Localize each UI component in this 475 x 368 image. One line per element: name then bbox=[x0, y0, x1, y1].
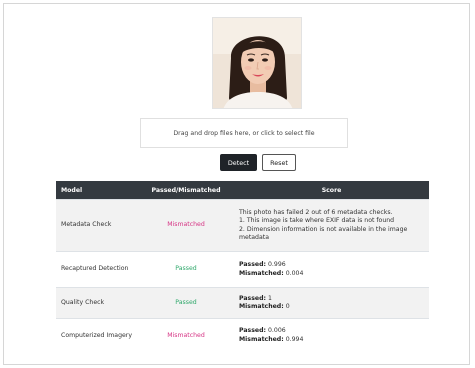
passed-value: 1 bbox=[267, 294, 272, 302]
passed-label: Passed: bbox=[239, 294, 267, 302]
mismatched-label: Mismatched: bbox=[239, 303, 284, 310]
passed-label: Passed: bbox=[239, 261, 267, 269]
score-cell: Passed: 0.996 Mismatched: 0.004 bbox=[234, 251, 429, 288]
reset-button[interactable]: Reset bbox=[262, 154, 296, 171]
metadata-detail: 1. This image is take where EXIF data is… bbox=[239, 217, 395, 225]
score-cell: Passed: 0.006 Mismatched: 0.994 bbox=[234, 318, 429, 353]
metadata-detail: 2. Dimension information is not availabl… bbox=[239, 225, 408, 241]
score-cell: This photo has failed 2 out of 6 metadat… bbox=[234, 199, 429, 252]
mismatched-label: Mismatched: bbox=[239, 269, 284, 277]
score-cell: Passed: 1 Mismatched: 0 bbox=[234, 287, 429, 319]
table-row: Recaptured Detection Passed Passed: 0.99… bbox=[56, 251, 429, 288]
passed-value: 0.996 bbox=[267, 261, 286, 269]
mismatched-value: 0.994 bbox=[285, 335, 304, 343]
header-score: Score bbox=[234, 181, 429, 200]
mismatched-value: 0.004 bbox=[285, 269, 304, 277]
passed-value: 0.006 bbox=[267, 327, 286, 335]
metadata-summary: This photo has failed 2 out of 6 metadat… bbox=[239, 208, 393, 216]
model-name: Recaptured Detection bbox=[56, 251, 138, 288]
header-model: Model bbox=[56, 181, 138, 200]
status-badge: Mismatched bbox=[138, 199, 234, 252]
status-badge: Passed bbox=[138, 251, 234, 288]
mismatched-value: 0 bbox=[285, 303, 290, 310]
model-name: Quality Check bbox=[56, 287, 138, 319]
table-row: Metadata Check Mismatched This photo has… bbox=[56, 199, 429, 252]
model-name: Computerized Imagery bbox=[56, 318, 138, 353]
page-frame: Drag and drop files here, or click to se… bbox=[3, 3, 470, 365]
detect-button[interactable]: Detect bbox=[220, 154, 257, 171]
dropzone-text: Drag and drop files here, or click to se… bbox=[173, 129, 315, 137]
model-name: Metadata Check bbox=[56, 199, 138, 252]
status-badge: Mismatched bbox=[138, 318, 234, 353]
mismatched-label: Mismatched: bbox=[239, 335, 284, 343]
table-header-row: Model Passed/Mismatched Score bbox=[56, 181, 429, 200]
status-badge: Passed bbox=[138, 287, 234, 319]
table-row: Computerized Imagery Mismatched Passed: … bbox=[56, 318, 429, 353]
header-status: Passed/Mismatched bbox=[138, 181, 234, 200]
passed-label: Passed: bbox=[239, 327, 267, 335]
table-row: Quality Check Passed Passed: 1 Mismatche… bbox=[56, 287, 429, 319]
file-dropzone[interactable]: Drag and drop files here, or click to se… bbox=[140, 118, 348, 148]
results-table: Model Passed/Mismatched Score Metadata C… bbox=[56, 181, 429, 353]
uploaded-photo bbox=[212, 17, 302, 109]
portrait-image bbox=[213, 18, 301, 108]
